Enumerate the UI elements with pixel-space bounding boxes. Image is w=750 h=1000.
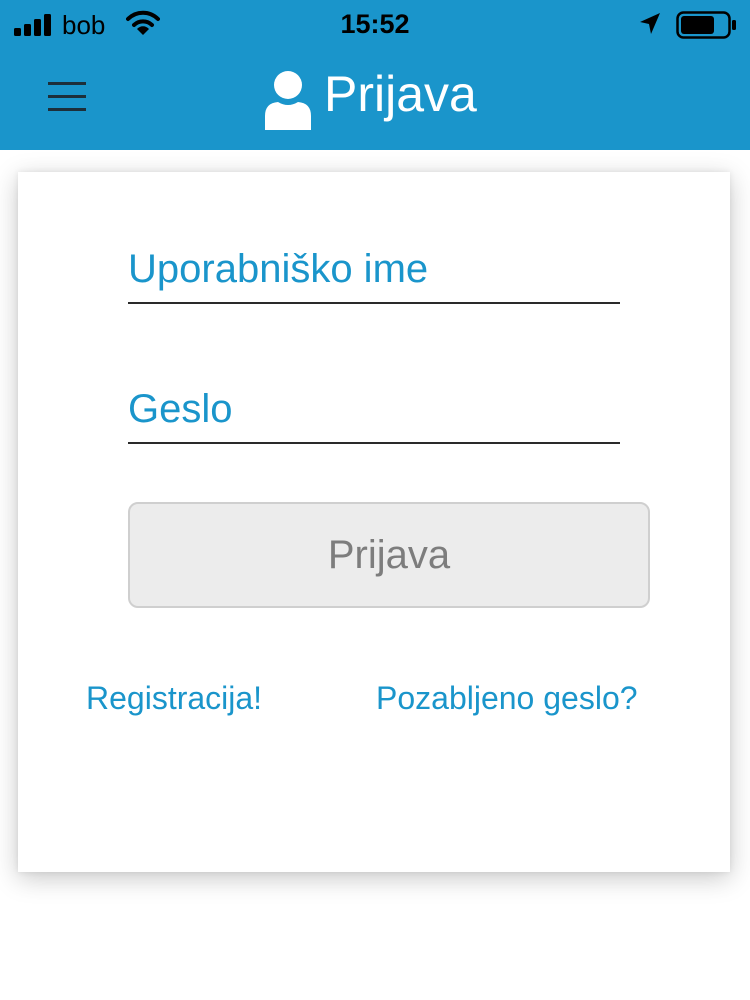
status-bar: bob 15:52 — [0, 0, 750, 50]
username-input[interactable] — [128, 247, 620, 292]
page-title: Prijava — [324, 66, 477, 122]
password-field — [128, 372, 620, 444]
login-button[interactable]: Prijava — [128, 502, 650, 608]
hamburger-menu-icon[interactable] — [44, 74, 92, 118]
register-link[interactable]: Registracija! — [86, 678, 262, 718]
app-header: bob 15:52 Prijava — [0, 0, 750, 150]
user-icon — [265, 71, 311, 130]
password-input[interactable] — [128, 387, 620, 432]
location-arrow-icon — [640, 13, 660, 34]
username-field — [128, 232, 620, 304]
battery-icon — [676, 11, 736, 39]
login-card: Prijava Registracija! Pozabljeno geslo? — [18, 172, 730, 872]
forgot-password-link[interactable]: Pozabljeno geslo? — [376, 678, 638, 718]
